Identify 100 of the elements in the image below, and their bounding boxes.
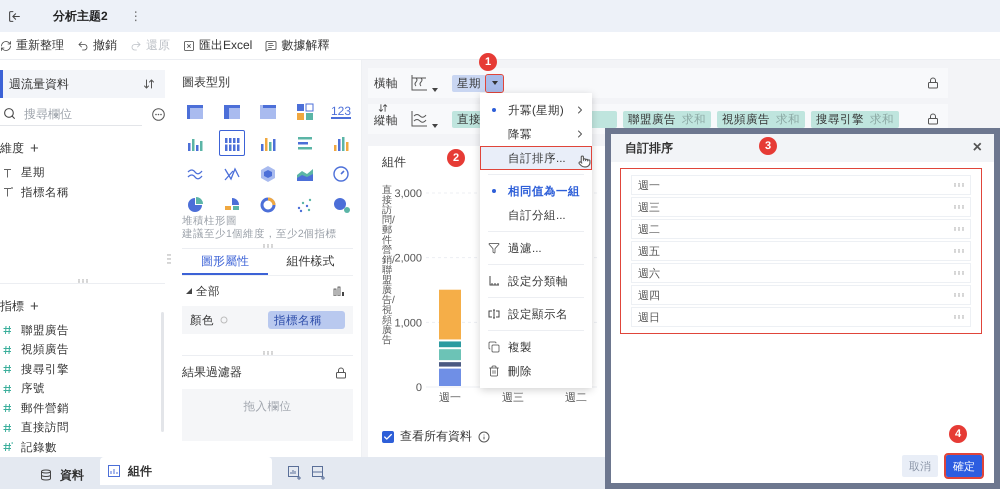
chart-message-icon <box>265 40 278 52</box>
donut-chart-icon <box>259 196 277 214</box>
confirm-button[interactable]: 確定 <box>946 455 982 477</box>
axis-chart-icon[interactable] <box>410 74 428 92</box>
bar-chart-icon[interactable] <box>333 286 345 296</box>
swap-icon[interactable] <box>378 102 388 112</box>
field-pill[interactable]: 星期 <box>452 74 486 92</box>
sort-item[interactable]: 週一 <box>631 175 971 195</box>
bar <box>439 341 461 348</box>
chart-type-option[interactable] <box>218 130 244 156</box>
sort-item[interactable]: 週日 <box>631 307 971 327</box>
field-item[interactable]: 星期 <box>0 163 165 182</box>
exit-icon[interactable] <box>8 10 21 22</box>
close-button[interactable]: × <box>972 139 982 157</box>
sort-item[interactable]: 週三 <box>631 197 971 217</box>
toolbar-button[interactable]: 匯出Excel <box>183 37 252 54</box>
bar-chart-icon <box>332 134 350 152</box>
add-component-icon[interactable] <box>312 466 326 480</box>
drag-handle-icon[interactable] <box>166 254 170 264</box>
text-type-icon <box>3 168 13 178</box>
search-input[interactable]: 搜尋欄位 <box>22 106 112 122</box>
field-item[interactable]: 直接訪問 <box>0 418 161 438</box>
rename-icon <box>488 308 500 320</box>
search-icon <box>3 107 16 120</box>
chart-type-option[interactable]: 123 <box>328 99 354 125</box>
menu-item[interactable]: 過濾... <box>480 236 592 260</box>
checkbox[interactable] <box>382 430 394 442</box>
more-icon[interactable] <box>152 108 165 120</box>
collapse-triangle-icon[interactable] <box>186 288 192 294</box>
sort-item-label: 週四 <box>638 288 660 302</box>
menu-item[interactable]: 設定分類軸 <box>480 269 592 293</box>
sort-item[interactable]: 週六 <box>631 263 971 283</box>
number-type-icon <box>3 364 13 374</box>
menu-item[interactable]: 降冪 <box>480 122 592 146</box>
field-item[interactable]: 視頻廣告 <box>0 340 161 360</box>
info-icon[interactable] <box>478 430 490 442</box>
trash-icon <box>488 365 500 377</box>
field-pill[interactable]: 聯盟廣告 求和 <box>623 110 711 128</box>
field-name: 視頻廣告 <box>722 112 770 126</box>
menu-item[interactable]: 刪除 <box>480 359 592 383</box>
sort-item[interactable]: 週五 <box>631 241 971 261</box>
copy-icon <box>488 341 500 353</box>
more-button[interactable]: ⋮ <box>130 9 142 23</box>
dataset-header[interactable]: 週流量資料 <box>0 70 165 98</box>
bar <box>439 290 461 340</box>
caret-icon[interactable] <box>432 88 438 92</box>
group-label: 全部 <box>196 284 220 298</box>
toolbar-button[interactable]: 撤銷 <box>77 37 117 54</box>
field-item[interactable]: 郵件營銷 <box>0 398 161 418</box>
field-item[interactable]: 搜尋引擎 <box>0 360 161 379</box>
add-button[interactable]: + <box>30 141 39 156</box>
bar <box>439 368 461 386</box>
sort-item[interactable]: 週二 <box>631 219 971 239</box>
axis-label: 縱軸 <box>374 114 398 128</box>
tick-label: 2,000 <box>394 252 422 265</box>
menu-item[interactable]: 自訂分組... <box>480 203 592 227</box>
field-pill[interactable]: 視頻廣告 求和 <box>717 110 805 128</box>
field-name: 記錄數 <box>21 440 57 455</box>
field-item[interactable]: 記錄數 <box>0 438 161 457</box>
sort-item-label: 週六 <box>638 266 660 280</box>
menu-item[interactable]: 升冪(星期) <box>480 98 592 122</box>
scatter-icon <box>296 196 314 214</box>
tab[interactable]: 組件樣式 <box>268 249 353 275</box>
field-item[interactable]: 指標名稱 <box>0 182 165 202</box>
number-type-icon <box>3 442 13 452</box>
switch-icon[interactable] <box>143 78 155 90</box>
section-title: 指標 <box>0 298 24 314</box>
toolbar-button[interactable]: 數據解釋 <box>265 37 330 54</box>
area-axis-icon[interactable] <box>410 110 428 128</box>
field-item[interactable]: 序號 <box>0 379 161 398</box>
field-pill[interactable]: 搜尋引擎 求和 <box>811 110 899 128</box>
sort-item[interactable]: 週四 <box>631 285 971 305</box>
field-name: 搜尋引擎 <box>816 112 864 126</box>
tab-title[interactable]: 分析主题2 <box>53 8 108 24</box>
line-chart-icon <box>222 165 240 183</box>
lock-icon[interactable] <box>335 366 347 378</box>
field-name: 搜尋引擎 <box>21 362 69 377</box>
lock-icon[interactable] <box>927 113 939 125</box>
tab[interactable]: 圖形屬性 <box>182 249 268 275</box>
field-name: 指標名稱 <box>21 186 69 200</box>
number-type-icon <box>3 344 13 355</box>
gauge-icon <box>332 165 350 183</box>
caret-icon <box>492 81 498 85</box>
sort-item-label: 週五 <box>638 244 660 258</box>
menu-item[interactable]: 自訂排序... <box>480 146 592 170</box>
checkbox-label: 查看所有資料 <box>400 428 472 445</box>
property-label: 顏色 <box>190 313 214 328</box>
menu-item[interactable]: 相同值為一組 <box>480 179 592 203</box>
add-chart-icon[interactable] <box>288 466 302 480</box>
field-item[interactable]: 聯盟廣告 <box>0 320 161 340</box>
menu-item[interactable]: 複製 <box>480 335 592 359</box>
bottom-tab[interactable]: 資料 <box>24 461 100 489</box>
toolbar-button[interactable]: 重新整理 <box>0 37 64 54</box>
menu-item[interactable]: 設定顯示名 <box>480 302 592 326</box>
lock-icon[interactable] <box>927 77 939 89</box>
bottom-tab[interactable]: 組件 <box>100 457 272 485</box>
add-button[interactable]: + <box>30 298 39 314</box>
caret-icon[interactable] <box>432 124 438 128</box>
dropdown-button[interactable] <box>486 74 503 92</box>
field-pill[interactable]: 指標名稱 <box>268 311 345 329</box>
